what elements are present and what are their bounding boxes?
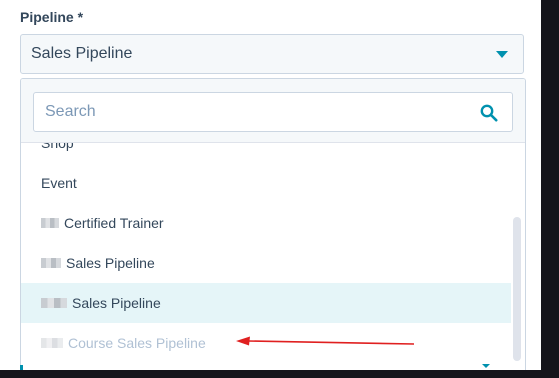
option-label: Shop: [41, 143, 74, 151]
redacted-prefix: [41, 338, 63, 348]
pipeline-panel: Pipeline * Sales Pipeline Search Shop Ev…: [0, 0, 541, 370]
redacted-prefix: [41, 218, 59, 228]
option-label: Certified Trainer: [64, 215, 164, 231]
search-container: Search: [21, 79, 525, 143]
field-focus-edge: [20, 365, 23, 370]
option-label: Course Sales Pipeline: [68, 335, 206, 351]
option-shop[interactable]: Shop: [21, 143, 511, 163]
pipeline-label: Pipeline *: [20, 9, 84, 25]
redacted-prefix: [41, 298, 67, 308]
option-label: Event: [41, 175, 77, 191]
redacted-prefix: [41, 258, 61, 268]
option-label: Sales Pipeline: [72, 295, 161, 311]
pipeline-dropdown: Search Shop Event Certified Trainer Sale…: [20, 78, 526, 370]
pipeline-select[interactable]: Sales Pipeline: [20, 34, 524, 74]
search-icon[interactable]: [480, 104, 498, 122]
option-sales-pipeline[interactable]: Sales Pipeline: [21, 243, 511, 283]
option-label: Sales Pipeline: [66, 255, 155, 271]
option-sales-pipeline-highlighted[interactable]: Sales Pipeline: [21, 283, 511, 323]
chevron-down-icon: [482, 364, 490, 368]
pipeline-selected-value: Sales Pipeline: [31, 45, 133, 62]
scrollbar-thumb[interactable]: [513, 217, 521, 361]
search-placeholder: Search: [45, 103, 96, 120]
search-input[interactable]: Search: [33, 92, 513, 132]
annotation-arrow-icon: [236, 336, 415, 346]
option-event[interactable]: Event: [21, 163, 511, 203]
option-certified-trainer[interactable]: Certified Trainer: [21, 203, 511, 243]
chevron-down-icon[interactable]: [496, 51, 508, 58]
